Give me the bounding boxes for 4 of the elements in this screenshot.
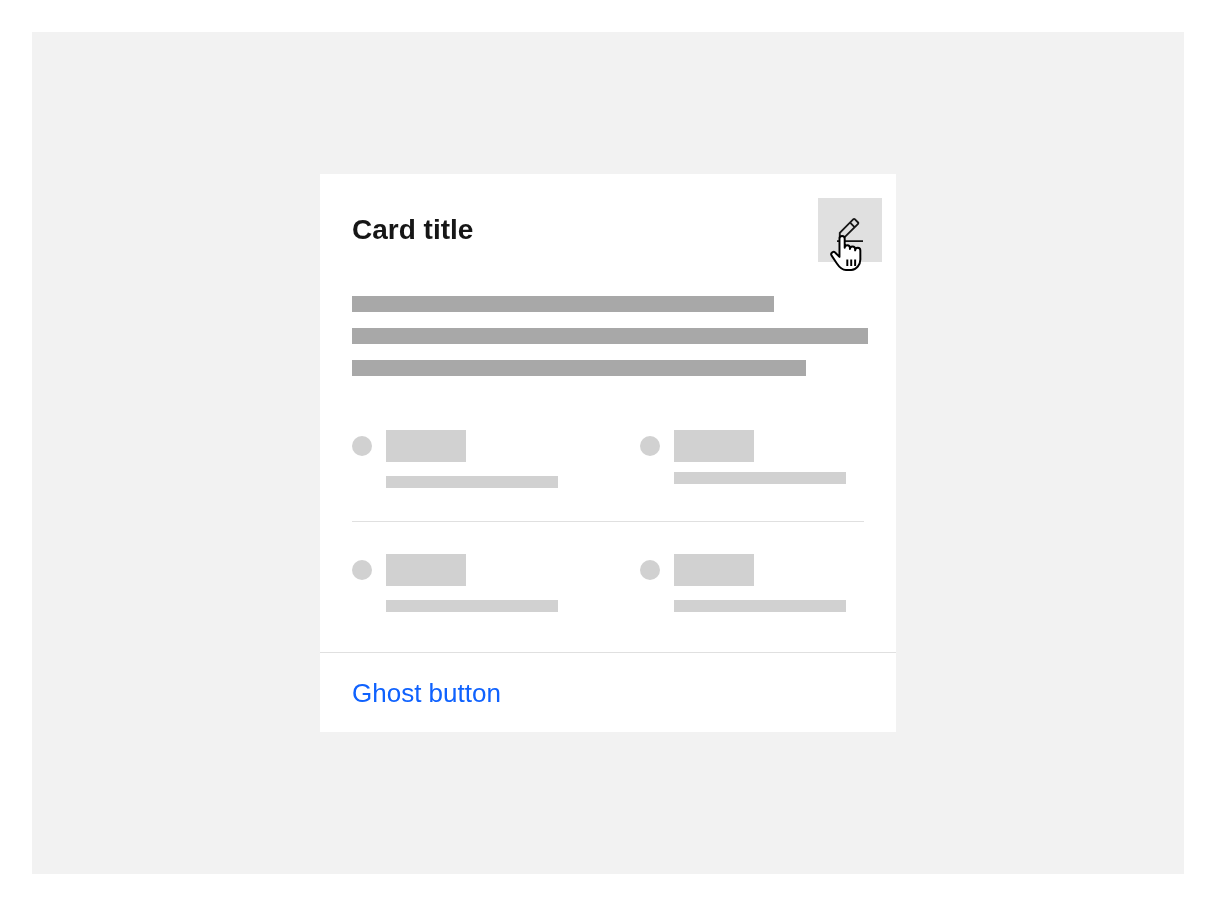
pencil-icon [837, 217, 863, 243]
ghost-button[interactable]: Ghost button [352, 675, 501, 710]
card-title: Card title [352, 213, 474, 247]
hand-cursor-icon [830, 235, 862, 271]
